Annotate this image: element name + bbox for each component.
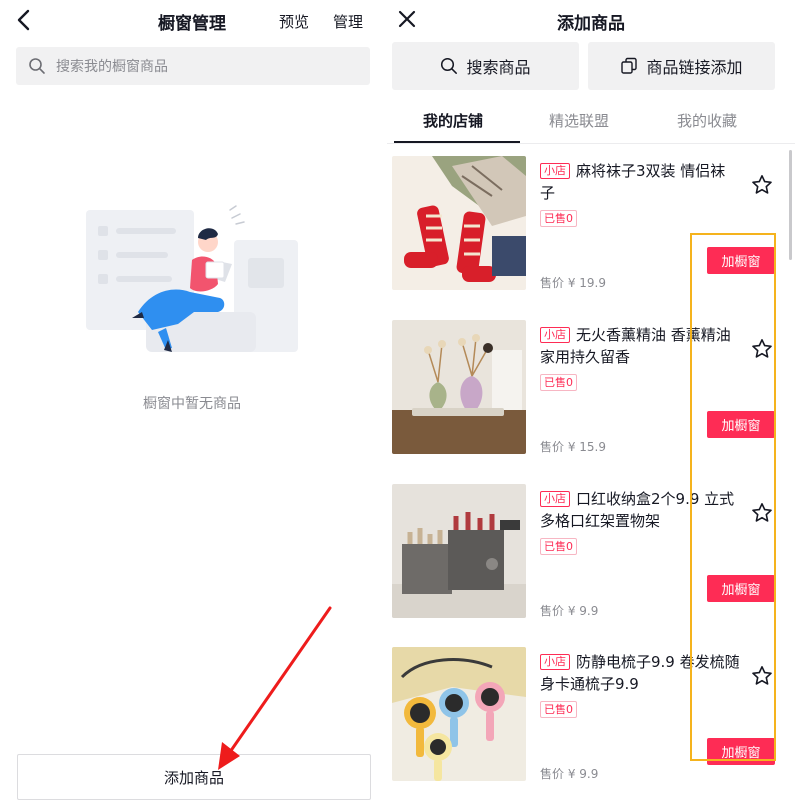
product-price: 售价 ¥ 9.9 [540,767,599,781]
search-icon [29,58,45,74]
sold-count-badge: 已售0 [540,374,577,391]
search-icon [441,57,458,74]
aroma-diffuser-photo [392,320,526,454]
manage-button[interactable]: 管理 [333,11,363,32]
add-to-showcase-button[interactable]: 加橱窗 [707,411,775,438]
preview-button[interactable]: 预览 [279,11,309,32]
product-price: 售价 ¥ 15.9 [540,440,606,454]
showcase-manage-panel: 橱窗管理 预览 管理 搜索我的橱窗商品 橱窗中暂无商品 添加商品 [0,0,384,808]
search-product-label: 搜索商品 [466,58,531,77]
search-placeholder: 搜索我的橱窗商品 [56,59,168,75]
store-badge: 小店 [540,654,570,670]
lipstick-organizer-photo [392,484,526,618]
product-list-item[interactable]: 小店 口红收纳盒2个9.9 立式多格口红架置物架 已售0 售价 ¥ 9.9 加橱窗 [392,484,782,618]
add-by-link-label: 商品链接添加 [646,58,743,77]
product-price: 售价 ¥ 9.9 [540,604,599,618]
add-to-showcase-button[interactable]: 加橱窗 [707,738,775,765]
back-arrow-icon[interactable] [14,8,36,32]
page-title: 添加商品 [557,14,625,34]
add-product-button[interactable]: 添加商品 [17,754,371,800]
store-badge: 小店 [540,491,570,507]
product-title: 小店 防静电梳子9.9 卷发梳随身卡通梳子9.9 [540,651,740,695]
product-title: 小店 口红收纳盒2个9.9 立式多格口红架置物架 [540,488,740,532]
favorite-star-icon[interactable] [750,501,774,525]
product-source-tabs: 我的店铺 精选联盟 我的收藏 [387,98,795,144]
showcase-search-input[interactable]: 搜索我的橱窗商品 [16,47,370,85]
favorite-star-icon[interactable] [750,173,774,197]
cartoon-combs-photo [392,647,526,781]
product-title: 小店 麻将袜子3双装 情侣袜子 [540,160,740,204]
active-tab-indicator [394,141,520,143]
search-product-button[interactable]: 搜索商品 [392,42,579,90]
product-price: 售价 ¥ 19.9 [540,276,606,290]
copy-link-icon [621,57,638,74]
add-to-showcase-button[interactable]: 加橱窗 [707,247,775,274]
left-header: 橱窗管理 预览 管理 [0,0,384,40]
store-badge: 小店 [540,327,570,343]
empty-showcase-illustration [86,205,298,352]
product-title: 小店 无火香薰精油 香薰精油家用持久留香 [540,324,740,368]
tab-my-favorites[interactable]: 我的收藏 [677,110,737,131]
sold-count-badge: 已售0 [540,210,577,227]
page-title: 橱窗管理 [158,14,226,34]
favorite-star-icon[interactable] [750,664,774,688]
socks-photo [392,156,526,290]
sold-count-badge: 已售0 [540,538,577,555]
tab-my-store[interactable]: 我的店铺 [423,110,483,131]
sold-count-badge: 已售0 [540,701,577,718]
scrollbar[interactable] [789,150,792,260]
add-to-showcase-button[interactable]: 加橱窗 [707,575,775,602]
add-by-link-button[interactable]: 商品链接添加 [588,42,775,90]
empty-showcase-text: 橱窗中暂无商品 [143,396,241,412]
favorite-star-icon[interactable] [750,337,774,361]
product-list-item[interactable]: 小店 无火香薰精油 香薰精油家用持久留香 已售0 售价 ¥ 15.9 加橱窗 [392,320,782,454]
product-list-item[interactable]: 小店 防静电梳子9.9 卷发梳随身卡通梳子9.9 已售0 售价 ¥ 9.9 加橱窗 [392,647,782,781]
add-product-panel: 添加商品 搜索商品 商品链接添加 我的店铺 精选联盟 我的收藏 小店 麻将袜子3… [387,0,795,808]
product-list-item[interactable]: 小店 麻将袜子3双装 情侣袜子 已售0 售价 ¥ 19.9 加橱窗 [392,156,782,290]
store-badge: 小店 [540,163,570,179]
tab-selected-alliance[interactable]: 精选联盟 [549,110,609,131]
